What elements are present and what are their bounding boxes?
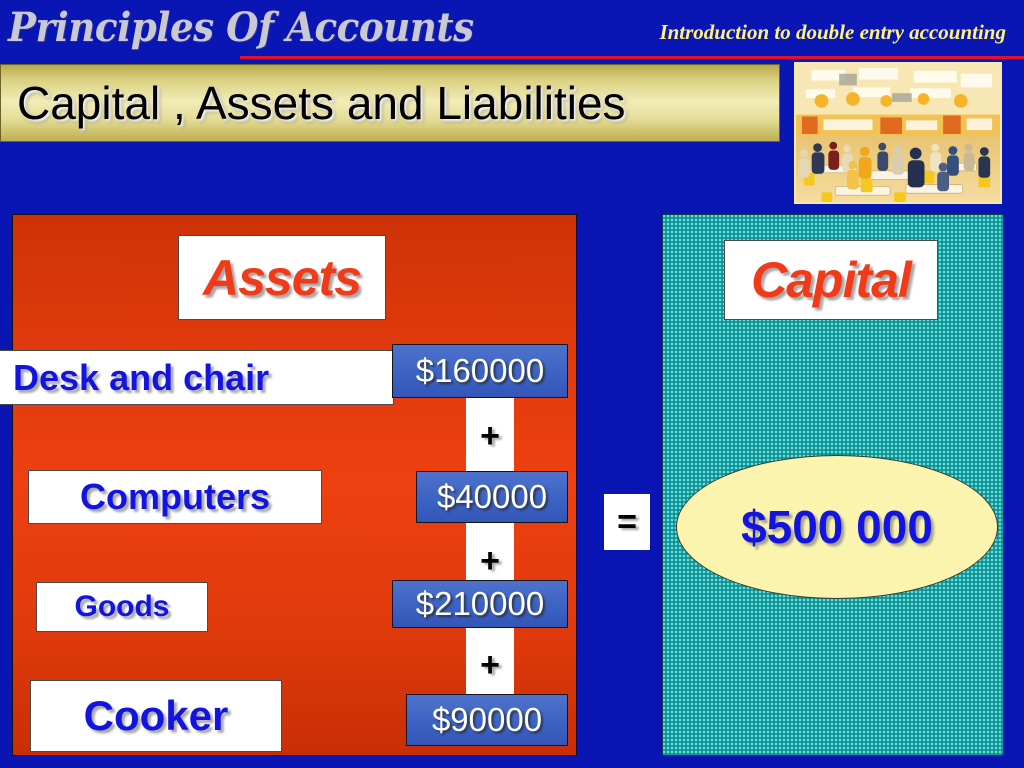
capital-total-amount: $500 000: [741, 501, 933, 553]
asset-label-cooker: Cooker: [83, 692, 229, 739]
capital-heading-label: Capital: [751, 252, 912, 308]
slide-subtitle: Introduction to double entry accounting: [659, 20, 1006, 44]
slide: Principles Of Accounts Introduction to d…: [0, 0, 1024, 768]
title-bar: Capital , Assets and Liabilities: [0, 64, 780, 142]
brand-title: Principles Of Accounts: [8, 4, 474, 51]
equals-sign-box: =: [604, 494, 650, 550]
operator-plus-2: +: [480, 541, 500, 580]
asset-label-computers: Computers: [79, 476, 271, 517]
asset-label-goods: Goods: [74, 590, 170, 623]
operator-plus-1: +: [480, 416, 500, 455]
asset-label-box-goods: Goods: [36, 582, 208, 632]
brand-underline-rule: [240, 56, 1024, 59]
equals-sign: =: [617, 502, 637, 541]
asset-amount-cooker: $90000: [406, 694, 568, 746]
asset-label-desk-and-chair: Desk and chair: [13, 356, 270, 398]
operator-box-plus-1: +: [466, 398, 514, 474]
food-court-photo: [794, 62, 1002, 204]
page-title: Capital , Assets and Liabilities: [17, 77, 626, 129]
operator-box-plus-3: +: [466, 627, 514, 703]
assets-heading-box: Assets: [178, 235, 386, 320]
capital-heading-box: Capital: [724, 240, 938, 320]
assets-heading-label: Assets: [203, 249, 362, 306]
asset-label-box-desk-and-chair: Desk and chair: [0, 350, 394, 405]
operator-plus-3: +: [480, 645, 500, 684]
capital-total-ellipse: $500 000: [676, 455, 998, 599]
asset-amount-computers: $40000: [416, 471, 568, 523]
asset-label-box-computers: Computers: [28, 470, 322, 524]
asset-label-box-cooker: Cooker: [30, 680, 282, 752]
asset-amount-goods: $210000: [392, 580, 568, 628]
asset-amount-desk-and-chair: $160000: [392, 344, 568, 398]
food-court-photo-graphic: [796, 64, 1000, 202]
